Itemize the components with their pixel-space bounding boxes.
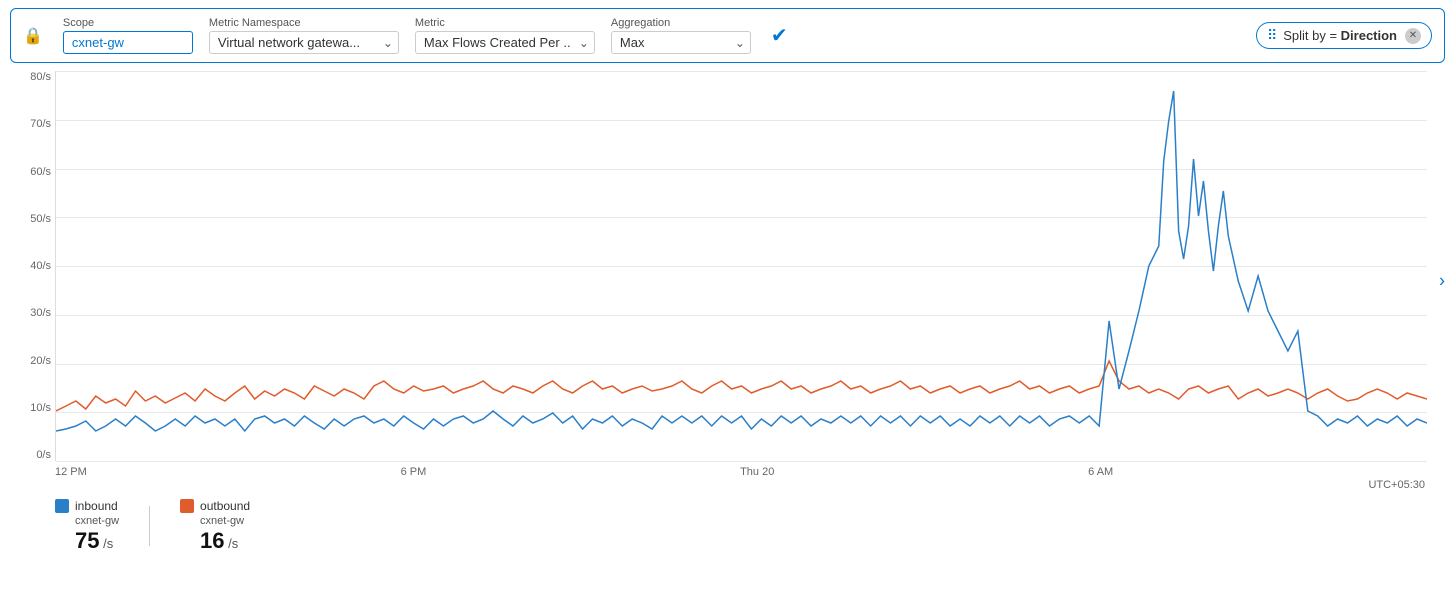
metric-selector-bar: 🔒 Scope Metric Namespace Virtual network… xyxy=(10,8,1445,63)
split-icon: ⠿ xyxy=(1267,27,1277,44)
confirm-icon: ✔ xyxy=(771,23,788,48)
y-label-80: 80/s xyxy=(10,71,51,83)
legend-unit-outbound: /s xyxy=(225,536,239,551)
x-label-6am: 6 AM xyxy=(1088,466,1113,478)
grid-line-0 xyxy=(56,461,1427,462)
y-label-50: 50/s xyxy=(10,213,51,225)
legend-title-inbound: inbound xyxy=(75,499,118,513)
x-label-6pm: 6 PM xyxy=(401,466,427,478)
y-label-10: 10/s xyxy=(10,402,51,414)
lock-icon: 🔒 xyxy=(23,26,43,46)
metric-namespace-dropdown[interactable]: Virtual network gatewa... xyxy=(209,31,399,54)
legend-swatch-inbound xyxy=(55,499,69,513)
metric-namespace-label: Metric Namespace xyxy=(209,17,399,29)
aggregation-dropdown-wrapper: Max xyxy=(611,31,751,54)
legend-sub-inbound: cxnet-gw xyxy=(75,515,119,527)
next-arrow[interactable]: › xyxy=(1439,271,1445,292)
legend-divider xyxy=(149,506,150,546)
legend-value-inbound: 75 /s xyxy=(75,529,119,553)
legend-swatch-outbound xyxy=(180,499,194,513)
split-by-badge: ⠿ Split by = Direction ✕ xyxy=(1256,22,1432,49)
scope-field-group: Scope xyxy=(63,17,193,54)
legend-item-outbound: outbound cxnet-gw 16 /s xyxy=(180,499,250,553)
utc-label: UTC+05:30 xyxy=(1368,479,1425,491)
y-label-60: 60/s xyxy=(10,166,51,178)
metric-label: Metric xyxy=(415,17,595,29)
legend-value-outbound: 16 /s xyxy=(200,529,250,553)
x-label-thu20: Thu 20 xyxy=(740,466,774,478)
y-label-20: 20/s xyxy=(10,355,51,367)
split-by-close-button[interactable]: ✕ xyxy=(1405,28,1421,44)
legend-header-inbound: inbound xyxy=(55,499,119,513)
metric-field-group: Metric Max Flows Created Per ... xyxy=(415,17,595,54)
legend-header-outbound: outbound xyxy=(180,499,250,513)
legend-title-outbound: outbound xyxy=(200,499,250,513)
legend-unit-inbound: /s xyxy=(99,536,113,551)
metric-namespace-field-group: Metric Namespace Virtual network gatewa.… xyxy=(209,17,399,54)
split-by-text: Split by = Direction xyxy=(1283,28,1397,43)
scope-label: Scope xyxy=(63,17,193,29)
chart-svg xyxy=(56,71,1427,461)
aggregation-field-group: Aggregation Max xyxy=(611,17,751,54)
legend-area: inbound cxnet-gw 75 /s outbound cxnet-gw… xyxy=(0,491,1455,561)
aggregation-label: Aggregation xyxy=(611,17,751,29)
y-axis: 80/s 70/s 60/s 50/s 40/s 30/s 20/s 10/s … xyxy=(10,71,55,461)
scope-input[interactable] xyxy=(63,31,193,54)
y-label-30: 30/s xyxy=(10,307,51,319)
y-label-40: 40/s xyxy=(10,260,51,272)
metric-dropdown[interactable]: Max Flows Created Per ... xyxy=(415,31,595,54)
legend-sub-outbound: cxnet-gw xyxy=(200,515,250,527)
x-axis: 12 PM 6 PM Thu 20 6 AM xyxy=(55,466,1427,491)
metric-dropdown-wrapper: Max Flows Created Per ... xyxy=(415,31,595,54)
x-label-12pm: 12 PM xyxy=(55,466,87,478)
aggregation-dropdown[interactable]: Max xyxy=(611,31,751,54)
chart-area: 80/s 70/s 60/s 50/s 40/s 30/s 20/s 10/s … xyxy=(10,71,1445,491)
y-label-0: 0/s xyxy=(10,449,51,461)
metric-namespace-dropdown-wrapper: Virtual network gatewa... xyxy=(209,31,399,54)
y-label-70: 70/s xyxy=(10,118,51,130)
chart-inner xyxy=(55,71,1427,461)
legend-item-inbound: inbound cxnet-gw 75 /s xyxy=(55,499,119,553)
